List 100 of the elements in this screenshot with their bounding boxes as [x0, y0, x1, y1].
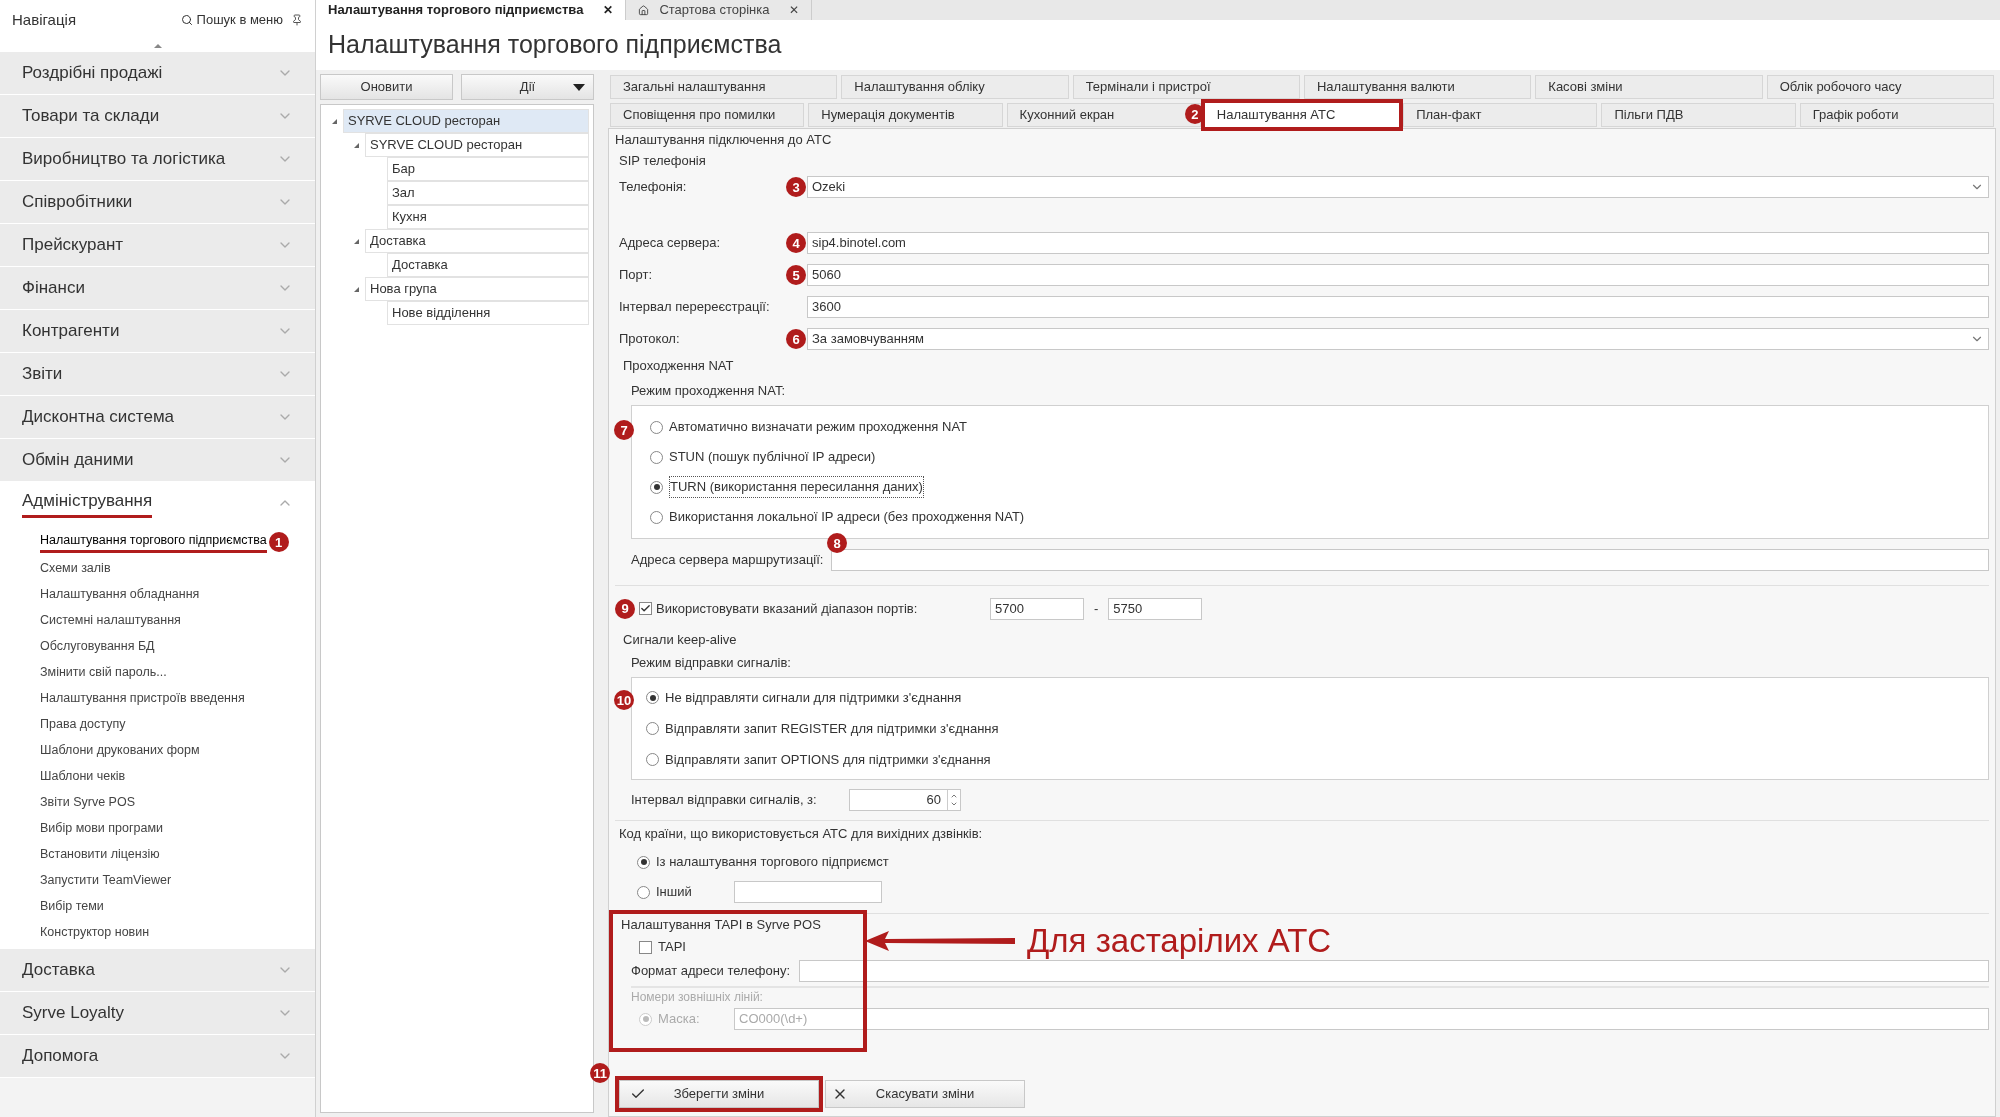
- pin-icon[interactable]: [291, 14, 303, 26]
- settings-tab[interactable]: Налаштування обліку: [841, 74, 1069, 99]
- number-field[interactable]: 60: [849, 789, 961, 811]
- settings-tab[interactable]: Термінали і пристрої: [1072, 74, 1300, 99]
- navigation-section[interactable]: Дисконтна система: [0, 396, 315, 439]
- checkbox-label[interactable]: TAPI: [658, 937, 686, 957]
- radio-button[interactable]: [650, 420, 663, 434]
- callout-text: Для застарілих АТС: [1027, 921, 1332, 961]
- settings-tab[interactable]: Пільги ПДВ: [1601, 102, 1796, 127]
- navigation-item[interactable]: Вибір мови програми: [40, 818, 164, 838]
- navigation-item[interactable]: Налаштування торгового підприємства: [40, 531, 267, 553]
- input-field[interactable]: sip4.binotel.com: [807, 232, 1989, 254]
- tree-item[interactable]: Нове відділення: [387, 301, 589, 325]
- search-icon: [180, 14, 193, 26]
- tree-item[interactable]: SYRVE CLOUD ресторан: [365, 133, 589, 157]
- navigation-section[interactable]: Прейскурант: [0, 224, 315, 267]
- radio-label[interactable]: Не відправляти сигнали для підтримки з'єднання: [665, 687, 962, 708]
- navigation-item[interactable]: Шаблони чеків: [40, 766, 126, 786]
- expanded-arrow-icon[interactable]: [353, 142, 359, 148]
- settings-tab[interactable]: Облік робочого часу: [1766, 74, 1994, 99]
- navigation-section[interactable]: Контрагенти: [0, 310, 315, 353]
- navigation-item[interactable]: Конструктор новин: [40, 922, 150, 942]
- tree-item[interactable]: Бар: [387, 157, 589, 181]
- radio-label[interactable]: Використання локальної IP адреси (без проходження NAT): [669, 507, 1025, 527]
- radio-button[interactable]: [650, 450, 663, 464]
- refresh-button[interactable]: Оновити: [320, 74, 453, 100]
- navigation-section[interactable]: Фінанси: [0, 267, 315, 310]
- input-field[interactable]: 5700: [990, 597, 1084, 620]
- navigation-item[interactable]: Звіти Syrve POS: [40, 792, 135, 812]
- navigation-item[interactable]: Обслуговування БД: [40, 636, 155, 656]
- radio-button[interactable]: [646, 753, 659, 766]
- settings-tab[interactable]: Графік роботи: [1799, 102, 1994, 127]
- radio-button[interactable]: [637, 885, 650, 899]
- navigation-item[interactable]: Вибір теми: [40, 896, 104, 916]
- tree-item[interactable]: Зал: [387, 181, 589, 205]
- number-badge: 4: [786, 233, 806, 253]
- navigation-section[interactable]: Syrve Loyalty: [0, 992, 315, 1035]
- tree-item[interactable]: Нова група: [365, 277, 589, 301]
- home-icon: [638, 4, 650, 16]
- input-field[interactable]: [831, 549, 1989, 571]
- settings-tab[interactable]: Нумерація документів: [808, 102, 1003, 127]
- tree-item[interactable]: Кухня: [387, 205, 589, 229]
- checkbox[interactable]: [639, 602, 652, 615]
- radio-button[interactable]: [646, 722, 659, 735]
- navigation-section[interactable]: Звіти: [0, 353, 315, 396]
- expanded-arrow-icon[interactable]: [353, 286, 359, 292]
- radio-label[interactable]: Відправляти запит REGISTER для підтримки з'єднання: [665, 718, 999, 739]
- navigation-section[interactable]: Співробітники: [0, 181, 315, 224]
- radio-button[interactable]: [637, 855, 650, 869]
- input-field[interactable]: [734, 881, 882, 903]
- settings-tab[interactable]: Налаштування валюти: [1304, 74, 1532, 99]
- input-field[interactable]: [799, 960, 1989, 982]
- navigation-section[interactable]: Виробництво та логістика: [0, 138, 315, 181]
- navigation-item[interactable]: Налаштування пристроїв введення: [40, 688, 245, 708]
- radio-label[interactable]: Автоматично визначати режим проходження NAT: [669, 417, 968, 437]
- navigation-item[interactable]: Шаблони друкованих форм: [40, 740, 200, 760]
- navigation-section[interactable]: Доставка: [0, 949, 315, 992]
- expanded-arrow-icon[interactable]: [331, 118, 337, 124]
- navigation-section[interactable]: Товари та склади: [0, 95, 315, 138]
- radio-label[interactable]: Інший: [656, 882, 726, 902]
- navigation-item[interactable]: Встановити ліцензію: [40, 844, 160, 864]
- checkbox[interactable]: [639, 940, 652, 954]
- navigation-item[interactable]: Системні налаштування: [40, 610, 181, 630]
- expanded-arrow-icon[interactable]: [353, 238, 359, 244]
- input-field[interactable]: 5060: [807, 264, 1989, 286]
- close-icon[interactable]: ✕: [789, 1, 800, 19]
- settings-tab[interactable]: Сповіщення про помилки: [610, 102, 805, 127]
- tree-item[interactable]: Доставка: [365, 229, 589, 253]
- radio-button[interactable]: [650, 510, 663, 524]
- radio-label[interactable]: STUN (пошук публічної IP адреси): [669, 447, 876, 467]
- menu-search-button[interactable]: Пошук в меню: [180, 10, 283, 30]
- radio-button[interactable]: [646, 691, 659, 704]
- tree-item[interactable]: Доставка: [387, 253, 589, 277]
- field-label: Адреса сервера маршрутизації:: [631, 551, 824, 570]
- actions-dropdown[interactable]: Дії: [461, 74, 594, 100]
- navigation-item[interactable]: Запустити TeamViewer: [40, 870, 172, 890]
- input-field[interactable]: 5750: [1108, 597, 1203, 620]
- settings-tab[interactable]: Загальні налаштування: [610, 74, 838, 99]
- navigation-section[interactable]: Обмін даними: [0, 439, 315, 482]
- tree-item[interactable]: SYRVE CLOUD ресторан: [343, 109, 589, 133]
- radio-label[interactable]: Із налаштування торгового підприємст: [656, 852, 889, 872]
- cancel-button[interactable]: Скасувати зміни: [825, 1080, 1025, 1108]
- document-tab[interactable]: Налаштування торгового підприємства ✕: [316, 0, 627, 20]
- settings-tab[interactable]: Касові зміни: [1535, 74, 1763, 99]
- close-icon[interactable]: ✕: [603, 1, 614, 19]
- radio-label[interactable]: Відправляти запит OPTIONS для підтримки з'єднання: [665, 749, 991, 770]
- navigation-section[interactable]: Роздрібні продажі: [0, 52, 315, 95]
- navigation-item[interactable]: Права доступу: [40, 714, 126, 734]
- navigation-item[interactable]: Схеми залів: [40, 558, 111, 578]
- dropdown-field[interactable]: Ozeki: [807, 176, 1989, 198]
- input-field[interactable]: 3600: [807, 296, 1989, 318]
- scroll-up-icon[interactable]: [153, 44, 162, 48]
- navigation-item[interactable]: Змінити свій пароль...: [40, 662, 167, 682]
- navigation-section[interactable]: Допомога: [0, 1035, 315, 1078]
- navigation-section[interactable]: Адміністрування: [0, 482, 315, 525]
- radio-label[interactable]: TURN (використання пересилання даних): [669, 476, 924, 498]
- dropdown-field[interactable]: За замовчуванням: [807, 328, 1989, 350]
- navigation-item[interactable]: Налаштування обладнання: [40, 584, 200, 604]
- radio-button[interactable]: [650, 480, 663, 494]
- settings-tab[interactable]: План-факт: [1403, 102, 1598, 127]
